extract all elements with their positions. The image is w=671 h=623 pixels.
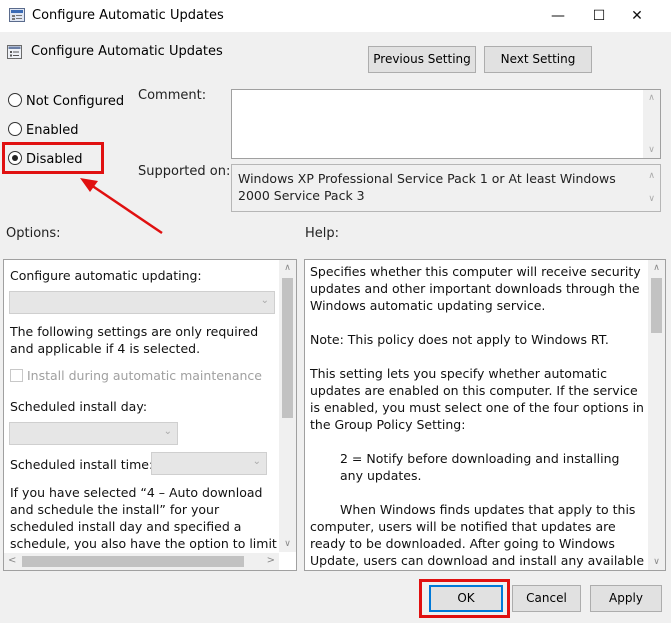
comment-scrollbar[interactable]: ∧ ∨ [643,90,660,158]
apply-button[interactable]: Apply [590,585,662,612]
help-text: Specifies whether this computer will rec… [310,263,645,570]
close-icon: ✕ [631,8,643,24]
maintenance-label: Install during automatic maintenance [27,368,262,383]
not-configured-label: Not Configured [26,94,125,109]
minimize-button[interactable]: — [535,0,581,32]
configure-updating-dropdown[interactable]: ⌄ [9,291,275,314]
options-label: Options: [6,226,61,241]
scroll-right-icon: > [266,555,275,566]
options-hscroll-thumb[interactable] [22,556,244,567]
comment-textbox[interactable]: ∧ ∨ [231,89,661,159]
options-panel: Configure automatic updating: ⌄ The foll… [3,259,297,571]
not-configured-radio[interactable]: Not Configured [8,93,124,109]
install-day-dropdown[interactable]: ⌄ [9,422,178,445]
help-vscroll-thumb[interactable] [651,278,662,333]
previous-setting-button[interactable]: Previous Setting [368,46,476,73]
scroll-up-icon: ∧ [648,93,655,103]
radio-circle-icon [8,122,22,136]
radio-circle-icon [8,93,22,107]
scroll-up-icon: ∧ [284,263,291,273]
annotation-arrow-icon [80,178,163,235]
scroll-up-icon: ∧ [648,171,655,181]
help-paragraph: Specifies whether this computer will rec… [310,264,641,313]
maintenance-checkbox[interactable]: Install during automatic maintenance [10,367,262,384]
window-title: Configure Automatic Updates [32,8,224,23]
options-vscrollbar[interactable]: ∧ ∨ [279,260,296,552]
policy-app-icon [9,8,25,22]
help-panel: Specifies whether this computer will rec… [304,259,666,571]
scroll-up-icon: ∧ [653,263,660,273]
title-bar: Configure Automatic Updates — ☐ ✕ [0,0,671,32]
help-vscrollbar[interactable]: ∧ ∨ [648,260,665,570]
policy-name: Configure Automatic Updates [31,44,223,59]
install-time-dropdown[interactable]: ⌄ [151,452,267,475]
scroll-down-icon: ∨ [284,539,291,549]
comment-label: Comment: [138,88,207,103]
scroll-down-icon: ∨ [653,557,660,567]
checkbox-icon [10,369,23,382]
scroll-down-icon: ∨ [648,194,655,204]
close-button[interactable]: ✕ [614,0,660,32]
chevron-down-icon: ⌄ [163,426,172,437]
supported-on-text: Windows XP Professional Service Pack 1 o… [238,171,616,203]
help-paragraph: 2 = Notify before downloading and instal… [340,451,620,483]
cancel-button[interactable]: Cancel [512,585,581,612]
chevron-down-icon: ⌄ [252,456,261,467]
next-setting-button[interactable]: Next Setting [484,46,592,73]
scroll-left-icon: < [8,555,17,566]
help-paragraph: When Windows finds updates that apply to… [310,502,645,568]
help-label: Help: [305,226,340,241]
options-note: The following settings are only required… [10,324,259,356]
configure-updating-label: Configure automatic updating: [10,268,202,283]
install-day-label: Scheduled install day: [10,399,148,414]
enabled-label: Enabled [26,123,79,138]
supported-on-value: Windows XP Professional Service Pack 1 o… [231,164,661,212]
enabled-radio[interactable]: Enabled [8,122,79,138]
install-time-label: Scheduled install time: [10,457,154,472]
help-paragraph: This setting lets you specify whether au… [310,366,644,432]
scroll-down-icon: ∨ [648,145,655,155]
help-paragraph: Note: This policy does not apply to Wind… [310,332,609,347]
ok-button[interactable]: OK [429,585,503,612]
maximize-icon: ☐ [592,8,606,24]
supported-on-label: Supported on: [138,164,231,179]
chevron-down-icon: ⌄ [260,295,269,306]
policy-setting-icon [7,45,22,59]
options-vscroll-thumb[interactable] [282,278,293,418]
options-bottom-text: If you have selected “4 – Auto download … [10,485,277,550]
minimize-icon: — [551,8,565,24]
options-hscrollbar[interactable]: < > [4,553,279,570]
